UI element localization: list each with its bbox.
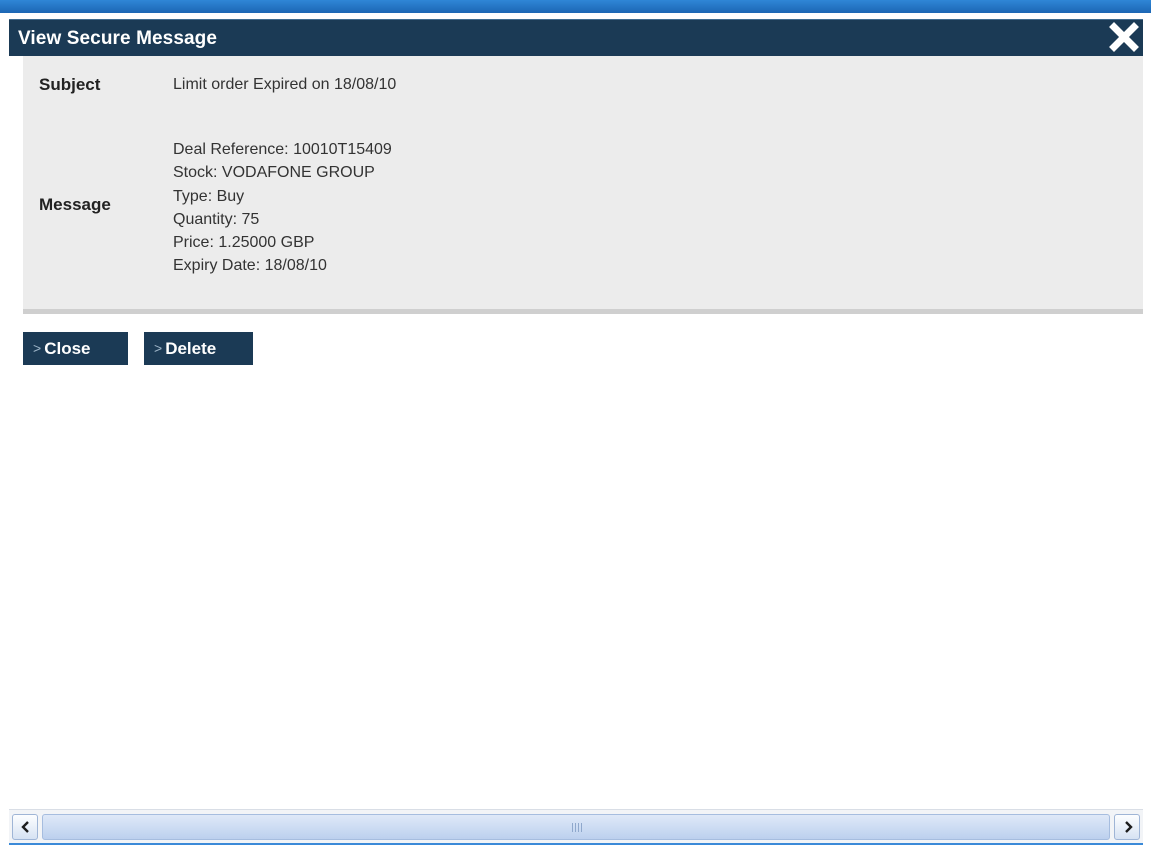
- subject-label: Subject: [39, 75, 101, 94]
- chevron-right-icon: >: [33, 340, 42, 356]
- subject-value: Limit order Expired on 18/08/10: [173, 76, 397, 93]
- delete-button-label: Delete: [165, 339, 217, 358]
- message-line-deal-reference: Deal Reference: 10010T15409: [173, 141, 392, 158]
- window-frame-left: [0, 13, 9, 852]
- close-button[interactable]: > Close: [23, 332, 128, 365]
- grip-icon: [572, 823, 584, 832]
- window-title: View Secure Message: [18, 28, 218, 49]
- window-frame-right: [1143, 13, 1151, 852]
- chevron-right-icon: >: [154, 340, 163, 356]
- title-bar: View Secure Message: [9, 19, 1143, 56]
- message-line-quantity: Quantity: 75: [173, 210, 260, 228]
- secure-message-window: View Secure Message Subject Limit order …: [0, 0, 1151, 852]
- message-label: Message: [39, 195, 111, 214]
- message-line-price: Price: 1.25000 GBP: [173, 234, 315, 252]
- horizontal-scrollbar[interactable]: [9, 809, 1143, 843]
- window-top-accent: [0, 0, 1151, 13]
- window-bottom-border: [9, 843, 1143, 852]
- chevron-left-icon[interactable]: [12, 814, 38, 840]
- dialog-content: Subject Limit order Expired on 18/08/10 …: [9, 56, 1143, 809]
- message-line-stock: Stock: VODAFONE GROUP: [173, 164, 375, 182]
- message-details-panel: Subject Limit order Expired on 18/08/10 …: [23, 56, 1143, 314]
- chevron-right-icon[interactable]: [1114, 814, 1140, 840]
- message-line-expiry-date: Expiry Date: 18/08/10: [173, 257, 327, 275]
- message-line-type: Type: Buy: [173, 187, 245, 205]
- message-body: Deal Reference: 10010T15409 Stock: VODAF…: [173, 138, 392, 278]
- close-icon[interactable]: [1109, 22, 1139, 52]
- scrollbar-thumb[interactable]: [42, 814, 1110, 840]
- close-button-label: Close: [44, 339, 91, 358]
- delete-button[interactable]: > Delete: [144, 332, 253, 365]
